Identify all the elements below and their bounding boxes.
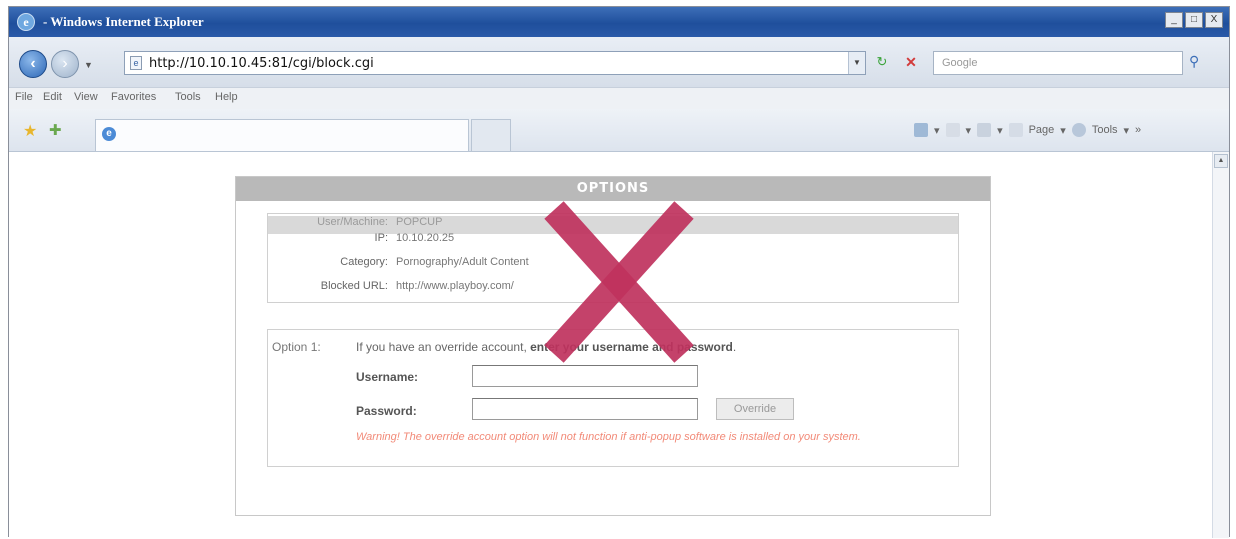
minimize-button[interactable]: _ [1165,12,1183,28]
instruction-end: . [732,340,737,354]
favorites-star-icon[interactable]: ★ [23,121,37,141]
close-button[interactable]: X [1205,12,1223,28]
address-input[interactable]: http://10.10.10.45:81/cgi/block.cgi [149,56,374,71]
tools-gear-icon [1071,123,1086,137]
info-row-blocked-url: Blocked URL: http://www.playboy.com/ [268,280,958,298]
address-dropdown-icon[interactable]: ▼ [848,52,865,74]
block-info-box: User/Machine: POPCUP IP: 10.10.20.25 Cat… [267,213,959,303]
scroll-up-icon[interactable]: ▲ [1214,154,1228,168]
maximize-button[interactable]: □ [1185,12,1203,28]
info-label: User/Machine: [317,216,388,228]
password-label: Password: [356,404,417,418]
new-tab-button[interactable] [471,119,511,151]
window-title: - Windows Internet Explorer [43,14,204,29]
command-bar: ▾ ▾ ▾ Page ▾ Tools ▾ » [914,123,1141,137]
info-label: Category: [340,256,388,268]
option-label: Option 1: [272,340,321,354]
menu-edit[interactable]: Edit [43,91,62,103]
page-viewport: ▲ OPTIONS User/Machine: POPCUP IP: 10.10… [9,151,1229,538]
address-toolbar: ‹ › ▼ e http://10.10.10.45:81/cgi/block.… [9,37,1229,87]
menu-favorites[interactable]: Favorites [111,91,156,103]
options-heading: OPTIONS [236,177,990,201]
home-icon[interactable] [914,123,928,137]
info-value: 10.10.20.25 [396,232,455,244]
username-label: Username: [356,370,419,384]
menu-view[interactable]: View [74,91,98,103]
address-bar[interactable]: e http://10.10.10.45:81/cgi/block.cgi ▼ [124,51,866,75]
refresh-icon[interactable]: ↻ [873,54,891,72]
tools-menu[interactable]: Tools [1092,124,1118,136]
add-favorite-icon[interactable]: ✚ [49,121,62,139]
username-field[interactable] [472,365,698,387]
info-label: IP: [374,232,388,244]
instruction-bold-text: enter your username and password [530,340,733,354]
info-value: http://www.playboy.com/ [396,280,514,292]
print-icon[interactable] [977,123,992,137]
warning-text: Warning! The override account option wil… [356,431,861,443]
search-input[interactable]: Google [933,51,1183,75]
menu-bar: File Edit View Favorites Tools Help [9,87,1229,111]
forward-button[interactable]: › [51,50,79,78]
page-icon-cmd [1008,123,1023,137]
chevron-more-icon[interactable]: » [1135,124,1141,136]
feeds-icon[interactable] [945,123,960,137]
tab-ie-icon: e [102,127,116,141]
info-value: POPCUP [396,216,443,228]
instruction-text: If you have an override account, [356,340,531,354]
menu-help[interactable]: Help [215,91,238,103]
info-label: Blocked URL: [320,280,388,292]
option-instructions: If you have an override account, enter y… [356,340,736,354]
info-row-category: Category: Pornography/Adult Content [268,256,958,274]
menu-tools[interactable]: Tools [175,91,201,103]
title-bar: e - Windows Internet Explorer _ □ X [9,7,1229,37]
search-icon[interactable]: ⚲ [1189,53,1199,70]
browser-window: e - Windows Internet Explorer _ □ X ‹ › … [8,6,1230,538]
ie-logo-icon: e [17,13,35,31]
search-placeholder: Google [942,57,978,69]
favorites-tab-bar: ★ ✚ e ▾ ▾ ▾ Page ▾ Tools ▾ » [9,109,1229,151]
stop-icon[interactable]: ✕ [902,54,920,72]
page-menu[interactable]: Page [1029,124,1055,136]
vertical-scrollbar[interactable]: ▲ [1212,152,1229,538]
info-row-ip: IP: 10.10.20.25 [268,232,958,250]
recent-pages-dropdown[interactable]: ▼ [84,60,93,70]
window-controls: _ □ X [1165,12,1223,28]
password-field[interactable] [472,398,698,420]
block-page-panel: OPTIONS User/Machine: POPCUP IP: 10.10.2… [235,176,991,516]
menu-file[interactable]: File [15,91,33,103]
page-icon: e [130,56,142,70]
back-button[interactable]: ‹ [19,50,47,78]
info-value: Pornography/Adult Content [396,256,529,268]
tab-current[interactable]: e [95,119,469,151]
override-option-box: Option 1: If you have an override accoun… [267,329,959,467]
override-button[interactable]: Override [716,398,794,420]
